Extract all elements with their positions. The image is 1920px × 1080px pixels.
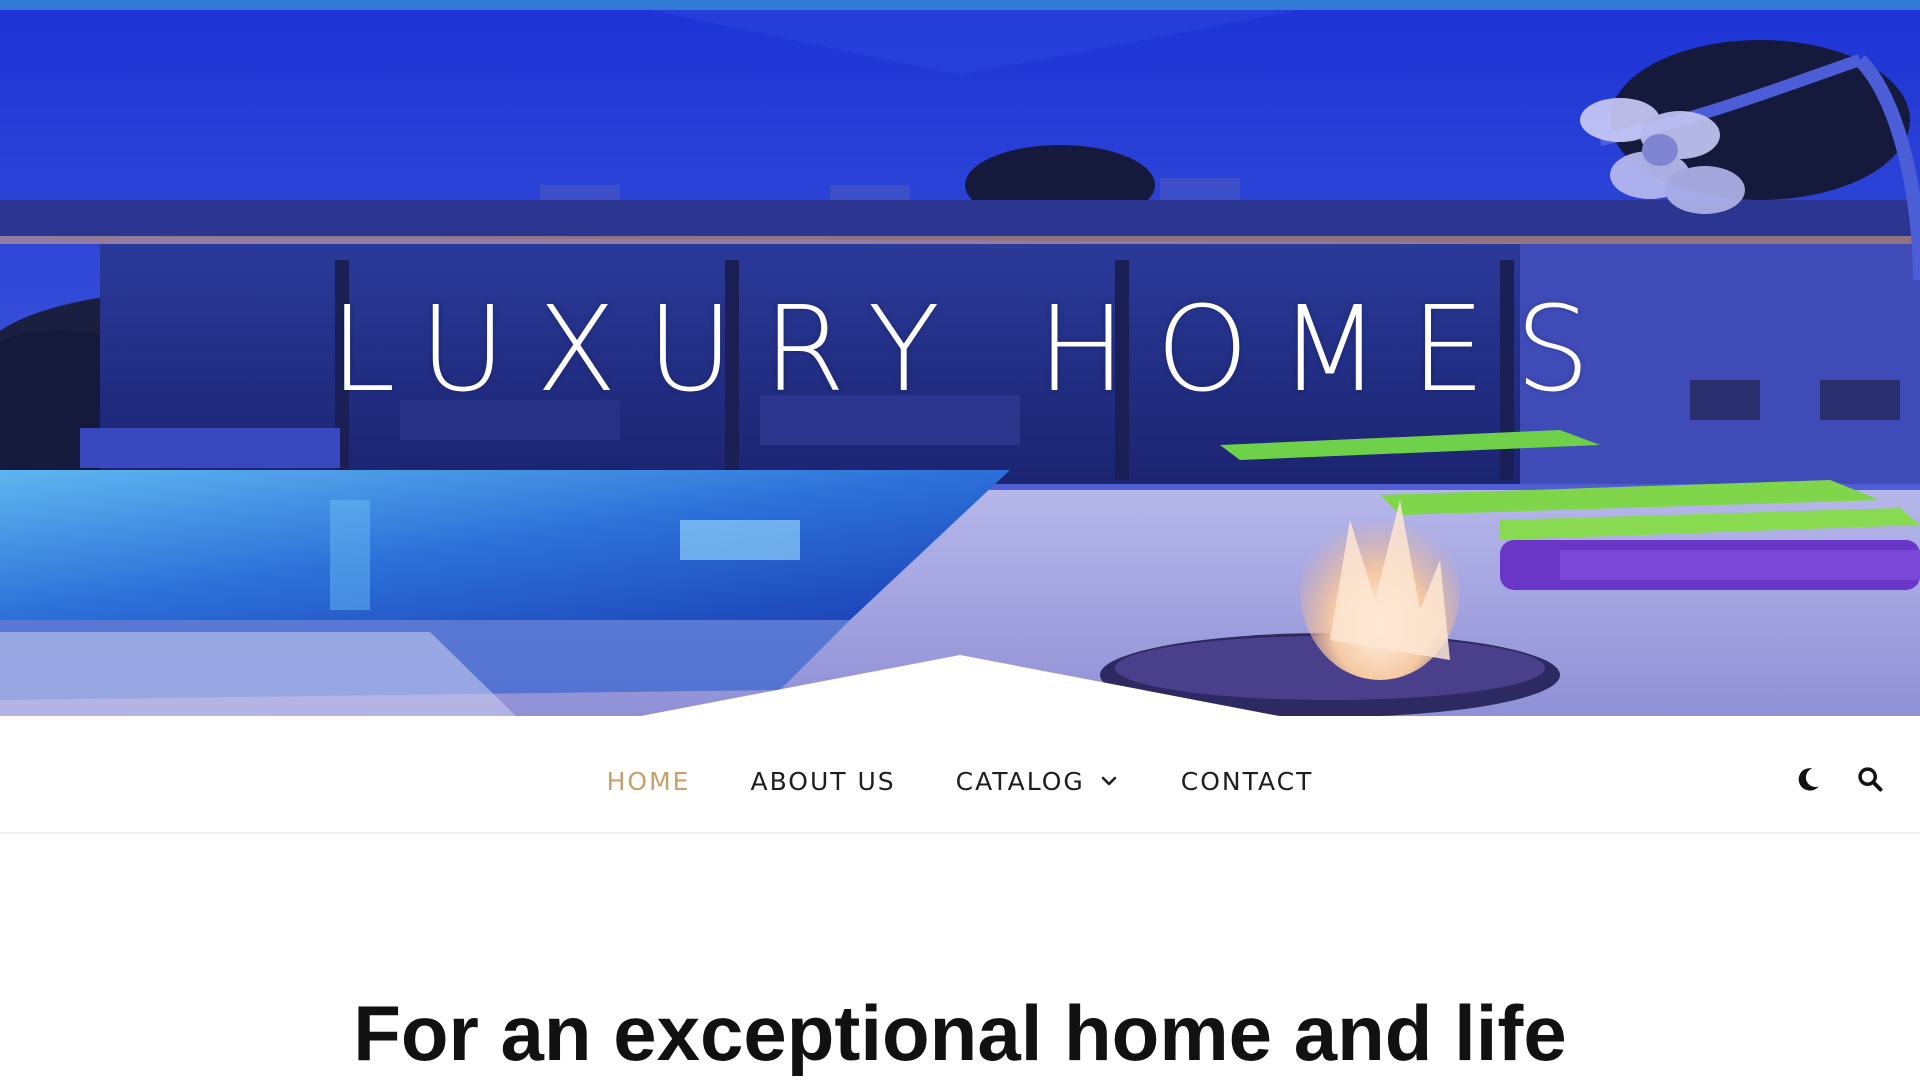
page-headline: For an exceptional home and life [353, 989, 1567, 1077]
nav-item-home[interactable]: HOME [607, 767, 691, 796]
main-navigation: HOME ABOUT US CATALOG CONTACT [0, 728, 1920, 834]
main-content: For an exceptional home and life [0, 836, 1920, 1080]
nav-item-catalog[interactable]: CATALOG [956, 767, 1121, 796]
nav-menu: HOME ABOUT US CATALOG CONTACT [0, 728, 1920, 834]
search-button[interactable] [1854, 765, 1886, 797]
nav-item-label: CONTACT [1180, 766, 1314, 796]
nav-item-about-us[interactable]: ABOUT US [750, 767, 895, 796]
search-icon [1856, 765, 1884, 798]
nav-item-label: CATALOG [955, 766, 1085, 796]
dark-mode-toggle[interactable] [1792, 765, 1824, 797]
nav-item-label: HOME [606, 766, 691, 796]
nav-item-label: ABOUT US [750, 766, 896, 796]
moon-icon [1793, 764, 1823, 799]
hero-header: LUXURY HOMES [0, 0, 1920, 720]
nav-item-contact[interactable]: CONTACT [1181, 767, 1314, 796]
nav-tools [1792, 728, 1886, 834]
chevron-down-icon [1097, 769, 1121, 793]
site-title[interactable]: LUXURY HOMES [0, 290, 1920, 408]
